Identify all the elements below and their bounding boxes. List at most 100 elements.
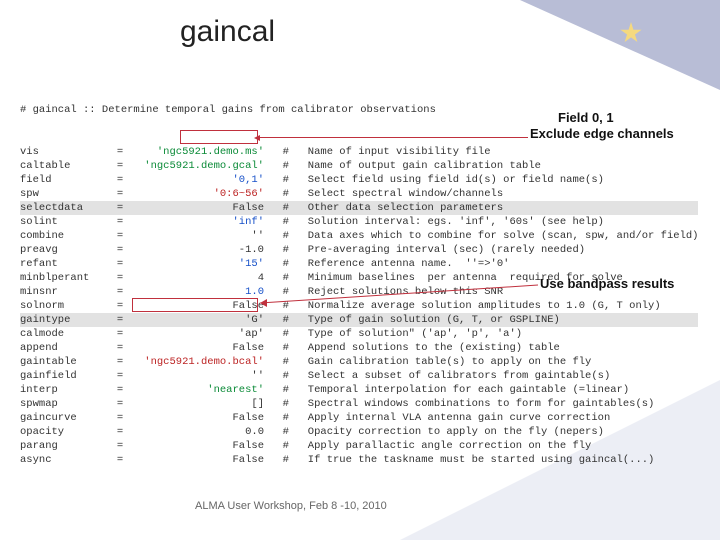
header-comment: # gaincal :: Determine temporal gains fr…	[20, 103, 436, 117]
param-comment: # Apply internal VLA antenna gain curve …	[270, 411, 610, 425]
param-value: False	[130, 201, 270, 215]
param-comment: # Spectral windows combinations to form …	[270, 397, 654, 411]
equals-sign: =	[110, 187, 130, 201]
param-value: False	[130, 453, 270, 467]
param-name: vis	[20, 145, 110, 159]
param-comment: # Select a subset of calibrators from ga…	[270, 369, 610, 383]
equals-sign: =	[110, 215, 130, 229]
equals-sign: =	[110, 201, 130, 215]
param-comment: # Pre-averaging interval (sec) (rarely n…	[270, 243, 585, 257]
equals-sign: =	[110, 271, 130, 285]
equals-sign: =	[110, 425, 130, 439]
equals-sign: =	[110, 257, 130, 271]
param-name: combine	[20, 229, 110, 243]
param-name: solint	[20, 215, 110, 229]
page-title: gaincal	[180, 15, 275, 49]
param-name: refant	[20, 257, 110, 271]
equals-sign: =	[110, 327, 130, 341]
equals-sign: =	[110, 299, 130, 313]
equals-sign: =	[110, 313, 130, 327]
equals-sign: =	[110, 439, 130, 453]
param-name: preavg	[20, 243, 110, 257]
param-name: interp	[20, 383, 110, 397]
param-name: gaintable	[20, 355, 110, 369]
param-row: solint='inf' # Solution interval: egs. '…	[20, 215, 698, 229]
param-name: calmode	[20, 327, 110, 341]
param-comment: # Type of solution" ('ap', 'p', 'a')	[270, 327, 522, 341]
param-name: gaincurve	[20, 411, 110, 425]
param-value: False	[130, 341, 270, 355]
param-comment: # Gain calibration table(s) to apply on …	[270, 355, 591, 369]
equals-sign: =	[110, 369, 130, 383]
param-comment: # Type of gain solution (G, T, or GSPLIN…	[270, 313, 560, 327]
param-value: '0,1'	[130, 173, 270, 187]
param-row: preavg=-1.0 # Pre-averaging interval (se…	[20, 243, 698, 257]
param-comment: # Reference antenna name. ''=>'0'	[270, 257, 509, 271]
param-comment: # Select spectral window/channels	[270, 187, 503, 201]
param-name: async	[20, 453, 110, 467]
param-comment: # Other data selection parameters	[270, 201, 503, 215]
param-value: 'ngc5921.demo.ms'	[130, 145, 270, 159]
param-comment: # Solution interval: egs. 'inf', '60s' (…	[270, 215, 604, 229]
equals-sign: =	[110, 355, 130, 369]
param-row: selectdata=False # Other data selection …	[20, 201, 698, 215]
param-value: 0.0	[130, 425, 270, 439]
param-row: gainfield='' # Select a subset of calibr…	[20, 369, 698, 383]
param-comment: # Apply parallactic angle correction on …	[270, 439, 591, 453]
equals-sign: =	[110, 229, 130, 243]
param-row: spw='0:6~56' # Select spectral window/ch…	[20, 187, 698, 201]
annotation-exclude: Exclude edge channels	[530, 126, 674, 141]
highlight-box-gaintable	[132, 298, 258, 312]
param-value: []	[130, 397, 270, 411]
equals-sign: =	[110, 159, 130, 173]
param-value: False	[130, 411, 270, 425]
footer-text: ALMA User Workshop, Feb 8 -10, 2010	[195, 500, 387, 512]
param-value: 'inf'	[130, 215, 270, 229]
param-row: spwmap=[] # Spectral windows combination…	[20, 397, 698, 411]
param-row: calmode='ap' # Type of solution" ('ap', …	[20, 327, 698, 341]
param-name: spwmap	[20, 397, 110, 411]
param-value: 1.0	[130, 285, 270, 299]
param-row: caltable='ngc5921.demo.gcal' # Name of o…	[20, 159, 698, 173]
param-row: field='0,1' # Select field using field i…	[20, 173, 698, 187]
param-comment: # If true the taskname must be started u…	[270, 453, 654, 467]
param-name: selectdata	[20, 201, 110, 215]
param-comment: # Opacity correction to apply on the fly…	[270, 425, 604, 439]
param-name: append	[20, 341, 110, 355]
param-comment: # Append solutions to the (existing) tab…	[270, 341, 560, 355]
param-name: caltable	[20, 159, 110, 173]
annotation-bandpass: Use bandpass results	[540, 276, 674, 291]
param-row: gaincurve=False # Apply internal VLA ant…	[20, 411, 698, 425]
equals-sign: =	[110, 145, 130, 159]
param-value: '15'	[130, 257, 270, 271]
param-name: minblperant	[20, 271, 110, 285]
param-value: 'G'	[130, 313, 270, 327]
param-comment: # Name of output gain calibration table	[270, 159, 541, 173]
param-row: async=False # If true the taskname must …	[20, 453, 698, 467]
equals-sign: =	[110, 341, 130, 355]
param-name: minsnr	[20, 285, 110, 299]
param-name: gaintype	[20, 313, 110, 327]
param-row: refant='15' # Reference antenna name. ''…	[20, 257, 698, 271]
equals-sign: =	[110, 453, 130, 467]
param-row: append=False # Append solutions to the (…	[20, 341, 698, 355]
highlight-box-spw	[180, 130, 258, 144]
param-value: False	[130, 439, 270, 453]
param-row: parang=False # Apply parallactic angle c…	[20, 439, 698, 453]
param-value: 4	[130, 271, 270, 285]
equals-sign: =	[110, 285, 130, 299]
param-comment: # Name of input visibility file	[270, 145, 491, 159]
equals-sign: =	[110, 243, 130, 257]
param-value: 'ngc5921.demo.gcal'	[130, 159, 270, 173]
param-value: 'ngc5921.demo.bcal'	[130, 355, 270, 369]
equals-sign: =	[110, 397, 130, 411]
equals-sign: =	[110, 411, 130, 425]
param-row: combine='' # Data axes which to combine …	[20, 229, 698, 243]
param-value: -1.0	[130, 243, 270, 257]
equals-sign: =	[110, 383, 130, 397]
annotation-field: Field 0, 1	[558, 110, 614, 125]
param-row: interp='nearest' # Temporal interpolatio…	[20, 383, 698, 397]
param-comment: # Temporal interpolation for each gainta…	[270, 383, 629, 397]
param-name: opacity	[20, 425, 110, 439]
param-name: gainfield	[20, 369, 110, 383]
